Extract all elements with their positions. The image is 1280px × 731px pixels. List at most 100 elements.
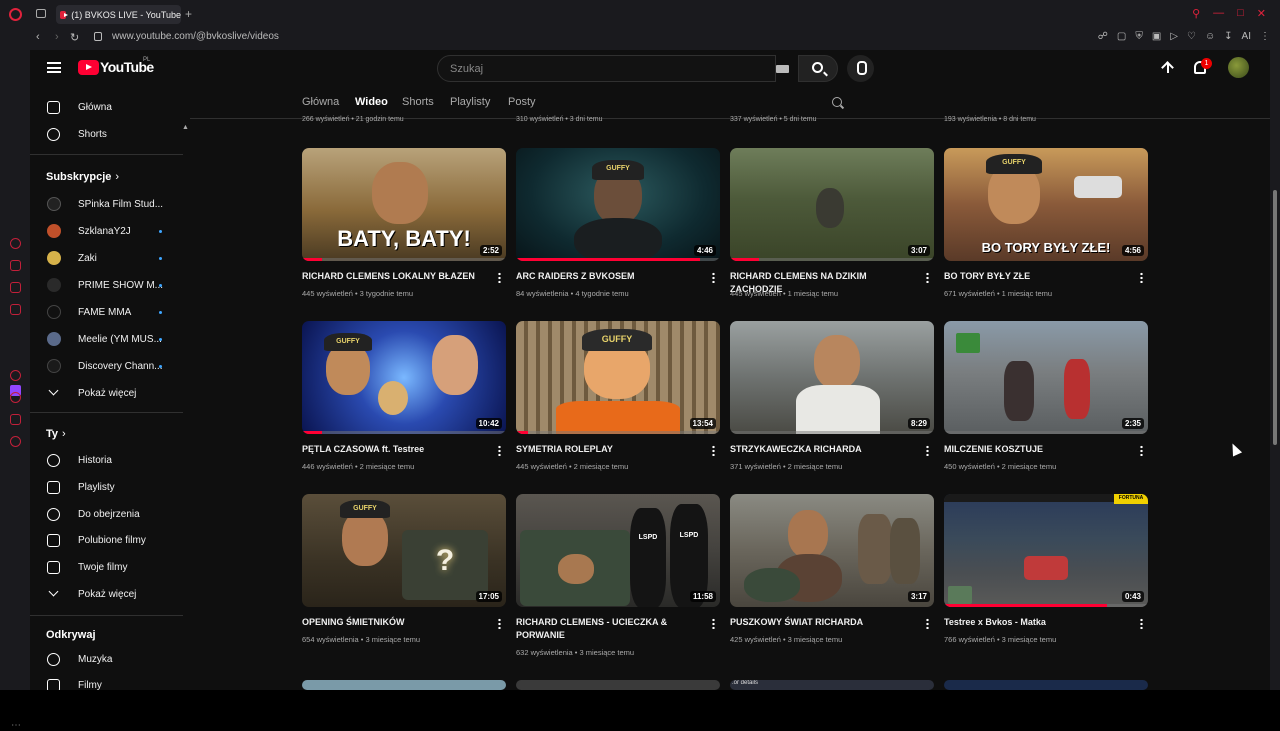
menu-dots-icon[interactable]: ⋮ bbox=[1260, 31, 1270, 42]
tab-playlists[interactable]: Playlisty bbox=[450, 96, 490, 108]
video-thumbnail[interactable]: .or details bbox=[730, 680, 934, 690]
browser-tab[interactable]: (1) BVKOS LIVE - YouTube bbox=[56, 5, 181, 24]
sidebar-item-subscription[interactable]: SzklanaY2J bbox=[30, 218, 183, 244]
video-thumbnail[interactable] bbox=[302, 680, 506, 690]
discord-icon[interactable] bbox=[10, 304, 21, 315]
tab-home[interactable]: Główna bbox=[302, 96, 339, 108]
more-options-icon[interactable] bbox=[926, 272, 929, 283]
settings-icon[interactable] bbox=[10, 436, 21, 447]
video-thumbnail[interactable]: GUFFY 10:42 bbox=[302, 321, 506, 434]
more-options-icon[interactable] bbox=[926, 445, 929, 456]
video-title[interactable]: STRZYKAWECZKA RICHARDA bbox=[730, 443, 910, 456]
back-button[interactable]: ‹ bbox=[36, 31, 40, 43]
video-thumbnail[interactable]: GUFFY 4:46 bbox=[516, 148, 720, 261]
sidebar-show-more[interactable]: Pokaż więcej bbox=[30, 380, 183, 406]
sidebar-item-your-videos[interactable]: Twoje filmy bbox=[30, 554, 183, 580]
reload-button[interactable]: ↻ bbox=[70, 31, 79, 44]
wallet-icon[interactable]: ▣ bbox=[1152, 31, 1161, 42]
more-options-icon[interactable] bbox=[1140, 445, 1143, 456]
sidebar-item-subscription[interactable]: FAME MMA bbox=[30, 299, 183, 325]
video-title[interactable]: RICHARD CLEMENS - UCIECZKA & PORWANIE bbox=[516, 616, 696, 642]
more-options-icon[interactable] bbox=[498, 445, 501, 456]
more-options-icon[interactable] bbox=[1140, 618, 1143, 629]
collapse-icon[interactable]: ▲ bbox=[182, 124, 189, 131]
more-options-icon[interactable] bbox=[1140, 272, 1143, 283]
extensions-icon[interactable] bbox=[10, 414, 21, 425]
video-thumbnail[interactable]: 2:35 bbox=[944, 321, 1148, 434]
video-thumbnail[interactable]: 8:29 bbox=[730, 321, 934, 434]
more-icon[interactable]: ⋯ bbox=[11, 720, 21, 731]
video-title[interactable]: SYMETRIA ROLEPLAY bbox=[516, 443, 696, 456]
video-thumbnail[interactable]: 3:07 bbox=[730, 148, 934, 261]
video-thumbnail[interactable]: GUFFY 13:54 bbox=[516, 321, 720, 434]
heart-icon[interactable]: ♡ bbox=[1187, 31, 1196, 42]
shield-icon[interactable]: ⛨ bbox=[1135, 31, 1143, 42]
more-options-icon[interactable] bbox=[712, 445, 715, 456]
search-tabs-icon[interactable]: ⚲ bbox=[1192, 7, 1200, 20]
history-sidebar-icon[interactable] bbox=[10, 392, 21, 403]
voice-search-button[interactable] bbox=[847, 55, 874, 82]
subscriptions-heading[interactable]: Subskrypcje › bbox=[46, 171, 119, 183]
sidebar-item-history[interactable]: Historia bbox=[30, 447, 183, 473]
more-options-icon[interactable] bbox=[712, 618, 715, 629]
video-title[interactable]: RICHARD CLEMENS LOKALNY BŁAZEN bbox=[302, 270, 482, 283]
address-bar[interactable]: www.youtube.com/@bvkoslive/videos bbox=[112, 31, 279, 42]
video-title[interactable]: BO TORY BYŁY ZŁE bbox=[944, 270, 1124, 283]
you-heading[interactable]: Ty › bbox=[46, 428, 66, 440]
close-window-button[interactable]: ✕ bbox=[1257, 7, 1266, 20]
sidebar-item-subscription[interactable]: SPinka Film Stud... bbox=[30, 191, 183, 217]
video-thumbnail[interactable]: 3:17 bbox=[730, 494, 934, 607]
sidebar-item-subscription[interactable]: Discovery Chann... bbox=[30, 353, 183, 379]
more-options-icon[interactable] bbox=[498, 618, 501, 629]
gaming-icon[interactable] bbox=[10, 260, 21, 271]
video-thumbnail[interactable] bbox=[944, 680, 1148, 690]
video-thumbnail[interactable] bbox=[516, 680, 720, 690]
pin-icon[interactable]: ☍ bbox=[1098, 31, 1108, 42]
more-options-icon[interactable] bbox=[498, 272, 501, 283]
player-icon[interactable]: ▷ bbox=[1170, 31, 1178, 42]
video-title[interactable]: PUSZKOWY ŚWIAT RICHARDA bbox=[730, 616, 910, 629]
youtube-logo-icon[interactable] bbox=[78, 60, 99, 75]
guide-menu-icon[interactable] bbox=[47, 62, 61, 73]
snapshot-icon[interactable]: ▢ bbox=[1117, 31, 1126, 42]
video-title[interactable]: PĘTLA CZASOWA ft. Testree bbox=[302, 443, 482, 456]
tab-videos[interactable]: Wideo bbox=[355, 96, 388, 108]
video-thumbnail[interactable]: GUFFY BO TORY BYŁY ZŁE! 4:56 bbox=[944, 148, 1148, 261]
sidebar-item-watch-later[interactable]: Do obejrzenia bbox=[30, 501, 183, 527]
forward-button[interactable]: › bbox=[55, 31, 59, 43]
sidebar-item-shorts[interactable]: Shorts bbox=[30, 121, 183, 147]
new-tab-button[interactable]: + bbox=[185, 7, 192, 21]
video-title[interactable]: OPENING ŚMIETNIKÓW bbox=[302, 616, 482, 629]
sidebar-item-liked[interactable]: Polubione filmy bbox=[30, 527, 183, 553]
search-input[interactable] bbox=[438, 56, 758, 81]
maximize-button[interactable]: □ bbox=[1237, 7, 1244, 20]
sidebar-item-playlists[interactable]: Playlisty bbox=[30, 474, 183, 500]
lock-icon[interactable] bbox=[94, 32, 102, 41]
more-options-icon[interactable] bbox=[712, 272, 715, 283]
sidebar-item-movies[interactable]: Filmy bbox=[30, 672, 183, 690]
opera-logo-icon[interactable] bbox=[9, 8, 22, 21]
channel-search-button[interactable] bbox=[832, 97, 846, 111]
upload-icon[interactable] bbox=[1162, 61, 1174, 75]
download-icon[interactable]: ↧ bbox=[1224, 31, 1232, 42]
sidebar-item-subscription[interactable]: PRIME SHOW M... bbox=[30, 272, 183, 298]
sidebar-item-music[interactable]: Muzyka bbox=[30, 646, 183, 672]
video-thumbnail[interactable]: LSPD LSPD 11:58 bbox=[516, 494, 720, 607]
video-thumbnail[interactable]: BATY, BATY! 2:52 bbox=[302, 148, 506, 261]
player-sidebar-icon[interactable] bbox=[10, 370, 21, 381]
sidebar-item-subscription[interactable]: Zaki bbox=[30, 245, 183, 271]
messenger-icon[interactable] bbox=[10, 282, 21, 293]
search-button[interactable] bbox=[798, 55, 838, 82]
tab-shorts[interactable]: Shorts bbox=[402, 96, 434, 108]
scrollbar-thumb[interactable] bbox=[1273, 190, 1277, 445]
avatar[interactable] bbox=[1228, 57, 1249, 78]
tab-posts[interactable]: Posty bbox=[508, 96, 536, 108]
video-title[interactable]: Testree x Bvkos - Matka bbox=[944, 616, 1124, 629]
tab-menu-icon[interactable] bbox=[36, 9, 46, 18]
minimize-button[interactable]: — bbox=[1213, 7, 1224, 20]
aria-ai-icon[interactable]: AI bbox=[1242, 31, 1251, 42]
video-thumbnail[interactable]: FORTUNA 0:43 bbox=[944, 494, 1148, 607]
video-title[interactable]: MILCZENIE KOSZTUJE bbox=[944, 443, 1124, 456]
sidebar-item-subscription[interactable]: Meelie (YM MUS... bbox=[30, 326, 183, 352]
more-options-icon[interactable] bbox=[926, 618, 929, 629]
